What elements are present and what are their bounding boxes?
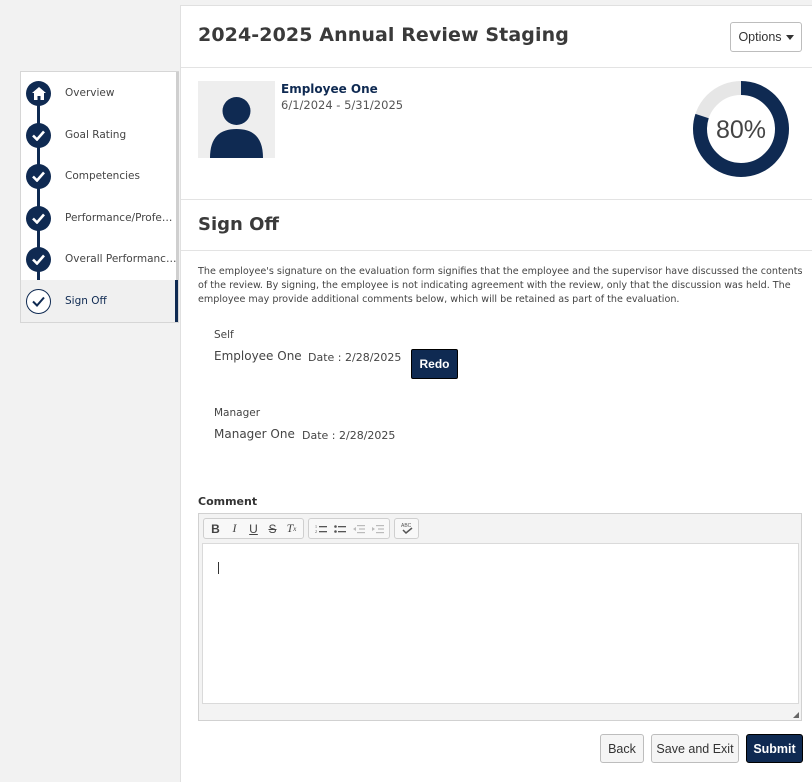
self-sign-date: Date : 2/28/2025	[308, 351, 402, 364]
progress-donut: 80%	[693, 81, 789, 177]
resize-handle-icon[interactable]	[793, 712, 799, 718]
employee-name: Employee One	[281, 82, 378, 96]
options-button[interactable]: Options	[730, 22, 802, 52]
employee-avatar	[198, 81, 275, 158]
list-group: 12	[308, 518, 390, 539]
manager-label: Manager	[214, 407, 261, 419]
divider	[181, 250, 812, 251]
step-competencies[interactable]: Competencies	[21, 155, 178, 197]
step-overview[interactable]: Overview	[21, 72, 178, 114]
svg-text:ABC: ABC	[401, 523, 412, 529]
strikethrough-icon[interactable]: S	[263, 519, 282, 538]
italic-icon[interactable]: I	[225, 519, 244, 538]
indent-icon[interactable]	[368, 519, 387, 538]
divider	[181, 67, 812, 68]
step-label: Overall Performance R...	[65, 253, 177, 265]
text-cursor	[218, 562, 219, 574]
progress-text: 80%	[716, 116, 766, 144]
submit-button[interactable]: Submit	[746, 734, 803, 763]
save-and-exit-button[interactable]: Save and Exit	[651, 734, 739, 763]
review-panel: 2024-2025 Annual Review Staging Options …	[180, 5, 812, 782]
page-title: 2024-2025 Annual Review Staging	[198, 24, 569, 46]
step-label: Sign Off	[65, 295, 107, 307]
check-icon	[26, 122, 51, 148]
step-label: Performance/Professi...	[65, 212, 177, 224]
self-label: Self	[214, 329, 234, 341]
section-title: Sign Off	[198, 214, 279, 235]
comment-label: Comment	[198, 495, 258, 508]
comment-textarea[interactable]	[202, 543, 799, 704]
check-icon	[26, 246, 51, 272]
remove-format-icon[interactable]: Tx	[282, 519, 301, 538]
svg-text:2: 2	[315, 529, 317, 534]
step-performance-professional[interactable]: Performance/Professi...	[21, 197, 178, 239]
signoff-disclaimer: The employee's signature on the evaluati…	[198, 266, 803, 305]
options-label: Options	[738, 30, 782, 44]
step-sign-off[interactable]: Sign Off	[21, 280, 178, 322]
underline-icon[interactable]: U	[244, 519, 263, 538]
self-signer-name: Employee One	[214, 349, 302, 363]
spellcheck-icon[interactable]: ABC	[397, 519, 416, 538]
editor-toolbar: B I U S Tx 12 ABC	[203, 518, 419, 539]
step-overall-performance[interactable]: Overall Performance R...	[21, 238, 178, 280]
divider	[181, 199, 812, 200]
check-icon	[26, 163, 51, 189]
step-label: Competencies	[65, 170, 140, 182]
home-icon	[26, 80, 51, 106]
comment-editor: B I U S Tx 12 ABC	[198, 513, 802, 721]
review-period: 6/1/2024 - 5/31/2025	[281, 98, 404, 112]
step-label: Goal Rating	[65, 129, 127, 141]
format-group: B I U S Tx	[203, 518, 304, 539]
step-goal-rating[interactable]: Goal Rating	[21, 114, 178, 156]
redo-button[interactable]: Redo	[411, 349, 458, 379]
manager-signer-name: Manager One	[214, 427, 295, 441]
manager-sign-date: Date : 2/28/2025	[302, 429, 396, 442]
back-button[interactable]: Back	[600, 734, 644, 763]
check-icon	[26, 288, 51, 314]
user-icon	[210, 97, 263, 158]
caret-down-icon	[785, 34, 794, 40]
review-steps-nav: Overview Goal Rating Competencies Perfor…	[20, 71, 179, 323]
check-icon	[26, 205, 51, 231]
step-label: Overview	[65, 87, 115, 99]
bulleted-list-icon[interactable]	[330, 519, 349, 538]
spellcheck-group: ABC	[394, 518, 419, 539]
numbered-list-icon[interactable]: 12	[311, 519, 330, 538]
outdent-icon[interactable]	[349, 519, 368, 538]
bold-icon[interactable]: B	[206, 519, 225, 538]
